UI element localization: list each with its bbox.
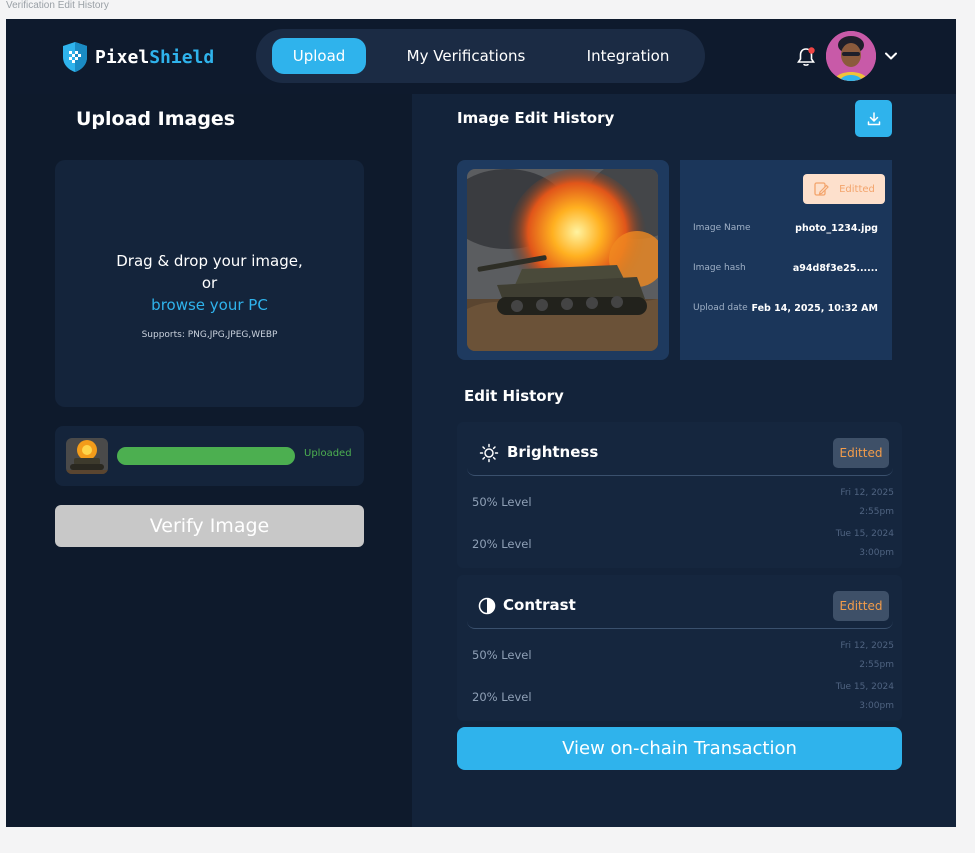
logo-text-part1: Pixel <box>95 46 150 68</box>
browse-link[interactable]: browse your PC <box>55 296 364 314</box>
edit-card-brightness: Brightness Editted 50% Level Fri 12, 202… <box>457 422 902 568</box>
upload-progress-fill <box>117 447 295 465</box>
image-preview <box>467 169 658 351</box>
edit-entry-time: 2:55pm <box>859 660 894 670</box>
edit-card-header[interactable]: Brightness Editted <box>467 431 893 476</box>
avatar[interactable] <box>826 31 876 81</box>
logo-text: PixelShield <box>95 47 214 68</box>
edited-status-badge: Editted <box>803 174 885 204</box>
edit-entry-day: Fri 12, 2025 <box>840 488 894 498</box>
edit-entry-level: 50% Level <box>472 648 532 662</box>
edited-status-text: Editted <box>839 183 875 195</box>
shield-logo-icon <box>63 42 87 72</box>
image-edit-history-title: Image Edit History <box>457 109 615 127</box>
edit-card-title: Brightness <box>507 443 599 461</box>
meta-label-image-name: Image Name <box>693 223 751 233</box>
upload-title: Upload Images <box>76 108 236 130</box>
download-button[interactable] <box>855 100 892 137</box>
bell-icon[interactable] <box>795 46 817 68</box>
edit-entry-day: Tue 15, 2024 <box>835 682 894 692</box>
sun-icon <box>479 443 499 463</box>
edit-entry-level: 20% Level <box>472 690 532 704</box>
meta-value-upload-date: Feb 14, 2025, 10:32 AM <box>751 303 878 314</box>
edit-card-header[interactable]: Contrast Editted <box>467 584 893 629</box>
dropzone[interactable]: Drag & drop your image, or browse your P… <box>55 160 364 407</box>
edit-card-contrast: Contrast Editted 50% Level Fri 12, 2025 … <box>457 575 902 721</box>
image-metadata-card: Editted Image Name photo_1234.jpg Image … <box>680 160 892 360</box>
logo-text-part2: Shield <box>149 46 215 68</box>
edit-entry-level: 20% Level <box>472 537 532 551</box>
edit-entry-date: Tue 15, 2024 3:00pm <box>836 525 894 563</box>
verify-image-button[interactable]: Verify Image <box>55 505 364 547</box>
frame-title: Verification Edit History <box>6 0 109 11</box>
edit-document-icon <box>814 182 829 196</box>
edit-entry-level: 50% Level <box>472 495 532 509</box>
upload-progress-bar <box>117 447 295 465</box>
meta-value-image-hash: a94d8f3e25...... <box>792 263 878 274</box>
edit-history-title: Edit History <box>464 387 564 405</box>
meta-label-upload-date: Upload date <box>693 303 748 313</box>
edit-entry-date: Fri 12, 2025 2:55pm <box>840 637 894 675</box>
view-transaction-button[interactable]: View on-chain Transaction <box>457 727 902 770</box>
edit-entry-day: Tue 15, 2024 <box>835 529 894 539</box>
dropzone-text: Drag & drop your image, <box>116 252 303 270</box>
edit-entry-time: 3:00pm <box>859 548 894 558</box>
edited-badge: Editted <box>833 591 889 621</box>
supported-formats: Supports: PNG,JPG,JPEG,WEBP <box>141 330 278 340</box>
meta-value-image-name: photo_1234.jpg <box>795 223 878 234</box>
top-bar: PixelShield Upload My Verifications Inte… <box>6 19 956 94</box>
edit-card-title: Contrast <box>503 596 576 614</box>
avatar-image <box>826 31 876 81</box>
dropzone-or: or <box>201 274 218 292</box>
upload-status: Uploaded <box>304 448 352 459</box>
main-nav: Upload My Verifications Integration <box>256 29 705 83</box>
edit-entry-date: Fri 12, 2025 2:55pm <box>840 484 894 522</box>
tab-my-verifications[interactable]: My Verifications <box>388 38 544 74</box>
tab-integration[interactable]: Integration <box>574 38 682 74</box>
tab-upload[interactable]: Upload <box>272 38 366 74</box>
edit-entry-day: Fri 12, 2025 <box>840 641 894 651</box>
edited-badge: Editted <box>833 438 889 468</box>
uploaded-file-row: Uploaded <box>55 426 364 486</box>
edit-entry-date: Tue 15, 2024 3:00pm <box>836 678 894 716</box>
logo[interactable]: PixelShield <box>61 41 214 73</box>
contrast-icon <box>478 597 496 615</box>
edit-entry-time: 2:55pm <box>859 507 894 517</box>
chevron-down-icon[interactable] <box>884 49 898 63</box>
download-icon <box>867 111 880 125</box>
edit-entry-time: 3:00pm <box>859 701 894 711</box>
image-preview-card <box>457 160 669 360</box>
meta-label-image-hash: Image hash <box>693 263 746 273</box>
file-thumbnail <box>66 438 108 474</box>
